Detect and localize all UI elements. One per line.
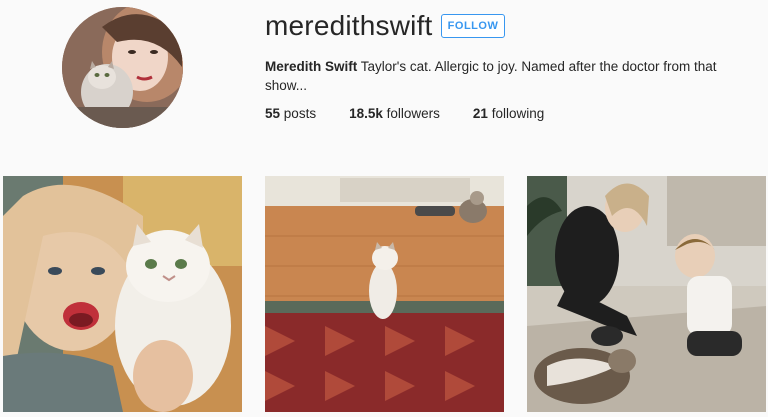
- post-thumbnail[interactable]: [265, 176, 504, 412]
- post-thumbnail[interactable]: [3, 176, 242, 412]
- avatar-photo: [62, 7, 183, 128]
- following-stat[interactable]: 21 following: [473, 106, 544, 121]
- followers-label: followers: [386, 106, 440, 121]
- posts-label: posts: [283, 106, 317, 121]
- profile-bio: Meredith Swift Taylor's cat. Allergic to…: [265, 57, 735, 95]
- post-photo: [265, 176, 504, 412]
- posts-count: 55: [265, 106, 281, 121]
- profile-avatar[interactable]: [62, 7, 183, 128]
- followers-stat[interactable]: 18.5k followers: [349, 106, 440, 121]
- profile-display-name: Meredith Swift: [265, 59, 358, 74]
- following-count: 21: [472, 106, 488, 121]
- followers-count: 18.5k: [349, 106, 383, 121]
- post-thumbnail[interactable]: [527, 176, 766, 412]
- profile-stats: 55 posts 18.5k followers 21 following: [265, 106, 577, 121]
- post-photo: [3, 176, 242, 412]
- post-photo: [527, 176, 766, 412]
- posts-stat: 55 posts: [265, 106, 316, 121]
- follow-button[interactable]: FOLLOW: [441, 14, 505, 38]
- following-label: following: [491, 106, 545, 121]
- profile-username: meredithswift: [265, 10, 433, 41]
